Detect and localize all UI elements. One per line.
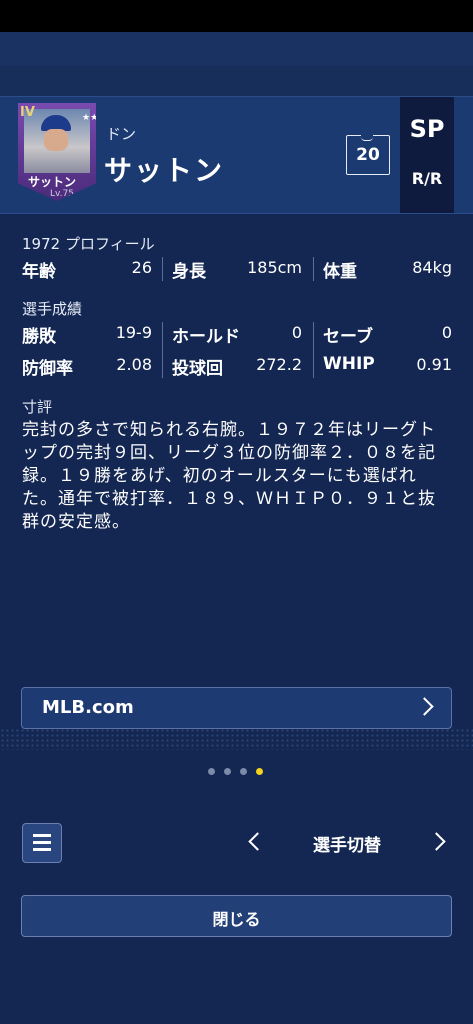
- divider: [313, 257, 314, 281]
- innings-value: 272.2: [256, 355, 302, 374]
- era-label: 防御率: [22, 359, 73, 379]
- position-panel: SP R/R: [400, 97, 454, 213]
- top-band-secondary: [0, 66, 473, 96]
- top-band: [0, 32, 473, 66]
- mlb-link-label: MLB.com: [42, 697, 134, 718]
- player-first-name: ドン: [106, 125, 137, 143]
- card-stars: ★★★★★★: [82, 113, 131, 123]
- divider: [162, 257, 163, 281]
- player-card[interactable]: IV ★★★★★★ サットン Lv.75: [18, 103, 96, 201]
- page-dot[interactable]: [208, 768, 215, 775]
- page-dot-active[interactable]: [256, 768, 263, 775]
- age-value: 26: [131, 258, 152, 277]
- handedness: R/R: [411, 169, 443, 188]
- player-face: [44, 129, 68, 151]
- holds-label: ホールド: [172, 327, 240, 347]
- innings-label: 投球回: [172, 359, 223, 379]
- menu-icon: [33, 841, 51, 844]
- record-label: 勝敗: [22, 327, 56, 347]
- card-name: サットン: [27, 175, 76, 189]
- divider: [313, 322, 314, 378]
- player-switch-label: 選手切替: [313, 836, 381, 856]
- uniform-number-badge: 20: [346, 134, 390, 175]
- next-player-button[interactable]: [427, 832, 446, 851]
- whip-label: WHIP: [323, 354, 375, 374]
- review-text: 完封の多さで知られる右腕。１９７２年はリーグトップの完封９回、リーグ３位の防御率…: [22, 420, 436, 532]
- saves-label: セーブ: [323, 327, 373, 347]
- menu-icon: [33, 848, 51, 851]
- previous-player-button[interactable]: [248, 832, 267, 851]
- whip-value: 0.91: [416, 355, 452, 374]
- record-value: 19-9: [115, 323, 152, 342]
- page-indicator: [208, 760, 272, 779]
- player-header: IV ★★★★★★ サットン Lv.75 ドン サットン 20 SP R/R: [0, 96, 473, 214]
- weight-value: 84kg: [412, 258, 452, 277]
- position: SP: [409, 115, 445, 143]
- review-heading: 寸評: [22, 398, 53, 416]
- close-button[interactable]: 閉じる: [21, 895, 452, 937]
- card-grade: IV: [20, 105, 35, 120]
- card-level: Lv.75: [50, 189, 74, 199]
- close-button-label: 閉じる: [212, 910, 261, 929]
- profile-heading: 1972 プロフィール: [22, 235, 155, 253]
- chevron-right-icon: [415, 697, 434, 716]
- saves-value: 0: [441, 323, 452, 342]
- height-value: 185cm: [247, 258, 302, 277]
- era-value: 2.08: [116, 355, 152, 374]
- page-dot[interactable]: [240, 768, 247, 775]
- stats-heading: 選手成績: [22, 300, 83, 318]
- height-label: 身長: [172, 262, 206, 282]
- uniform-number: 20: [356, 145, 380, 165]
- page-dot[interactable]: [224, 768, 231, 775]
- jersey-icon: [361, 134, 373, 141]
- weight-label: 体重: [323, 262, 357, 282]
- age-label: 年齢: [22, 262, 56, 282]
- holds-value: 0: [291, 323, 302, 342]
- divider: [162, 322, 163, 378]
- mlb-link-button[interactable]: MLB.com: [21, 687, 452, 729]
- player-last-name: サットン: [104, 154, 225, 187]
- menu-icon: [33, 834, 51, 837]
- status-bar: [0, 0, 473, 32]
- decorative-pattern: [0, 728, 473, 750]
- menu-button[interactable]: [22, 823, 62, 863]
